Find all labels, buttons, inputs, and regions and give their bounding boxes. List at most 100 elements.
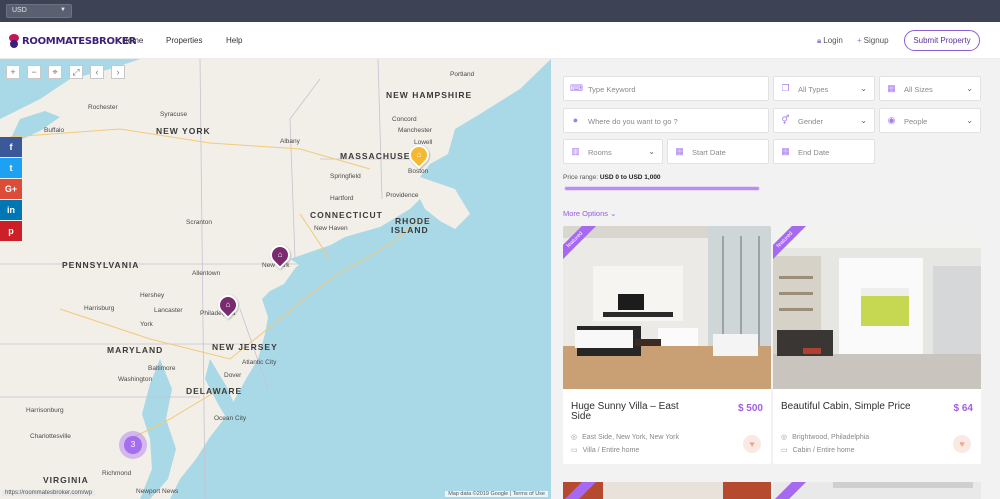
prev-marker-button[interactable]: ‹ <box>90 65 104 79</box>
start-date-placeholder: Start Date <box>692 148 726 157</box>
listing-card[interactable] <box>773 482 981 499</box>
map-pin-icon: ◎ <box>781 434 788 441</box>
folder-icon: ▭ <box>571 447 578 454</box>
keyword-input[interactable]: ⌨ Type Keyword <box>563 76 769 101</box>
more-options-label: More Options <box>563 209 609 218</box>
lock-icon: 🔒︎ <box>817 36 822 45</box>
map-city-label: Concord <box>392 116 417 123</box>
types-value: All Types <box>798 85 829 94</box>
people-value: People <box>904 117 928 126</box>
pinterest-share-icon[interactable]: p <box>0 221 22 241</box>
chevron-down-icon: ⌄ <box>610 209 617 218</box>
heart-icon[interactable]: ♥ <box>953 435 971 453</box>
villa-photo <box>563 226 771 389</box>
listing-price: $ 500 <box>737 403 763 414</box>
map-city-label: Portland <box>450 71 475 78</box>
map-panel[interactable]: + − ⌖ ⤢ ‹ › f t G+ in p NEW HAMPSHIRE NE… <box>0 59 551 499</box>
listing-type: ▭ Villa / Entire home <box>571 446 639 454</box>
where-placeholder: Where do you want to go ? <box>588 117 678 126</box>
facebook-share-icon[interactable]: f <box>0 137 22 157</box>
twitter-share-icon[interactable]: t <box>0 158 22 178</box>
listing-title[interactable]: Huge Sunny Villa – East Side <box>571 402 701 422</box>
building-icon: ▥ <box>571 146 580 156</box>
price-range-slider[interactable] <box>564 186 760 191</box>
nav-home[interactable]: Home <box>122 36 143 45</box>
map-city-label: New Haven <box>314 225 348 232</box>
chevron-down-icon: ⌄ <box>966 84 973 93</box>
chevron-down-icon: ⌄ <box>860 84 867 93</box>
map-city-label: Richmond <box>102 470 132 477</box>
listing-image[interactable]: featured <box>773 226 981 389</box>
map-state-label: MARYLAND <box>107 345 164 355</box>
types-select[interactable]: ❐ All Types ⌄ <box>773 76 875 101</box>
listing-price: $ 64 <box>953 403 973 414</box>
listing-card[interactable] <box>563 482 771 499</box>
map-city-label: Lancaster <box>154 307 183 314</box>
keyword-placeholder: Type Keyword <box>588 85 636 94</box>
end-date-input[interactable]: ▦ End Date <box>773 139 875 164</box>
listing-type: ▭ Cabin / Entire home <box>781 446 855 454</box>
signup-label: Signup <box>863 36 889 45</box>
map-city-label: Harrisburg <box>84 305 115 312</box>
location-icon[interactable]: ⌖ <box>48 65 62 79</box>
rooms-value: Rooms <box>588 148 612 157</box>
rooms-select[interactable]: ▥ Rooms ⌄ <box>563 139 663 164</box>
next-marker-button[interactable]: › <box>111 65 125 79</box>
map-city-label: Albany <box>280 138 300 145</box>
sizes-value: All Sizes <box>904 85 933 94</box>
people-select[interactable]: ◉ People ⌄ <box>879 108 981 133</box>
sizes-select[interactable]: ▦ All Sizes ⌄ <box>879 76 981 101</box>
house-icon: ⌂ <box>225 300 231 309</box>
listing-image <box>773 482 981 499</box>
zoom-out-button[interactable]: − <box>27 65 41 79</box>
map-state-label: NEW YORK <box>156 126 211 136</box>
listing-card[interactable]: featured Beautiful Cabin, Simple Price $… <box>773 226 981 464</box>
price-range-label: Price range: USD 0 to USD 1,000 <box>563 174 661 181</box>
gender-icon: ⚥ <box>781 115 790 125</box>
map-city-label: Providence <box>386 192 419 199</box>
cabin-photo <box>773 226 981 389</box>
google-plus-share-icon[interactable]: G+ <box>0 179 22 199</box>
map-city-label: Ocean City <box>214 415 247 422</box>
map-state-label: ISLAND <box>391 225 429 235</box>
heart-icon[interactable]: ♥ <box>743 435 761 453</box>
currency-select[interactable]: USD ▼ <box>6 4 72 18</box>
fullscreen-icon[interactable]: ⤢ <box>69 65 83 79</box>
top-bar: USD ▼ <box>0 0 1000 22</box>
gender-select[interactable]: ⚥ Gender ⌄ <box>773 108 875 133</box>
site-logo[interactable]: ROOMMATESBROKER <box>8 32 136 50</box>
map-pin-icon: ● <box>572 115 579 125</box>
map-state-label: NEW HAMPSHIRE <box>386 90 473 100</box>
main-navbar: ROOMMATESBROKER Home Properties Help 🔒︎ L… <box>0 22 1000 59</box>
price-range-prefix: Price range: <box>563 174 600 181</box>
nav-help[interactable]: Help <box>226 36 242 45</box>
more-options-toggle[interactable]: More Options ⌄ <box>563 209 616 218</box>
linkedin-share-icon[interactable]: in <box>0 200 22 220</box>
listing-title[interactable]: Beautiful Cabin, Simple Price <box>781 402 911 412</box>
signup-link[interactable]: + Signup <box>857 36 889 45</box>
listing-image[interactable]: featured <box>563 226 771 389</box>
listing-type-text: Villa / Entire home <box>582 447 640 454</box>
login-link[interactable]: 🔒︎ Login <box>817 36 843 46</box>
house-icon: ⌂ <box>277 250 283 259</box>
map-attribution[interactable]: Map data ©2019 Google | Terms of Use <box>445 491 548 497</box>
submit-property-button[interactable]: Submit Property <box>904 30 980 51</box>
search-results-panel: ⌨ Type Keyword ❐ All Types ⌄ ▦ All Sizes… <box>551 59 1000 499</box>
folder-icon: ▭ <box>781 447 788 454</box>
map-city-label: York <box>140 321 153 328</box>
house-icon: ⌂ <box>416 150 422 159</box>
listing-location: ◎ East Side, New York, New York <box>571 433 679 441</box>
gender-value: Gender <box>798 117 824 126</box>
zoom-in-button[interactable]: + <box>6 65 20 79</box>
map-city-label: Buffalo <box>44 127 65 134</box>
nav-properties[interactable]: Properties <box>166 36 202 45</box>
start-date-input[interactable]: ▦ Start Date <box>667 139 769 164</box>
where-input[interactable]: ● Where do you want to go ? <box>563 108 769 133</box>
marker-cluster[interactable]: 3 <box>119 431 147 459</box>
listing-card[interactable]: featured Huge Sunny Villa – East Side $ … <box>563 226 771 464</box>
map-city-label: Syracuse <box>160 111 188 118</box>
chevron-down-icon: ⌄ <box>648 147 655 156</box>
status-url: https://roommatesbroker.com/wp <box>2 490 96 496</box>
user-icon: ◉ <box>887 115 896 125</box>
plus-icon: + <box>857 36 862 45</box>
